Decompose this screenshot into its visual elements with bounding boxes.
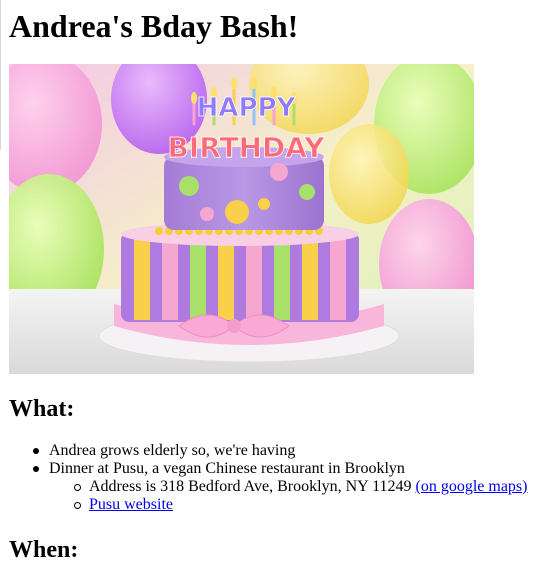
page-title: Andrea's Bday Bash!: [9, 8, 299, 44]
address-item: Address is 318 Bedford Ave, Brooklyn, NY…: [74, 478, 538, 496]
google-maps-link[interactable]: (on google maps): [416, 478, 528, 495]
birthday-cake-image: HAPPY BIRTHDAY: [9, 64, 474, 374]
what-list: Andrea grows elderly so, we're having Di…: [33, 442, 538, 478]
when-heading: When:: [9, 537, 79, 563]
list-item: Dinner at Pusu, a vegan Chinese restaura…: [33, 460, 538, 478]
cake-happy-text: HAPPY: [197, 93, 297, 123]
address-text: Address is 318 Bedford Ave, Brooklyn, NY…: [89, 478, 412, 495]
pusu-website-link[interactable]: Pusu website: [89, 496, 173, 513]
dinner-details-list: Address is 318 Bedford Ave, Brooklyn, NY…: [74, 478, 538, 514]
page-left-border: [0, 0, 1, 150]
what-heading: What:: [9, 396, 75, 422]
website-item: Pusu website: [74, 496, 538, 514]
list-item: Andrea grows elderly so, we're having: [33, 442, 538, 460]
cake-birthday-text: BIRTHDAY: [167, 131, 325, 164]
